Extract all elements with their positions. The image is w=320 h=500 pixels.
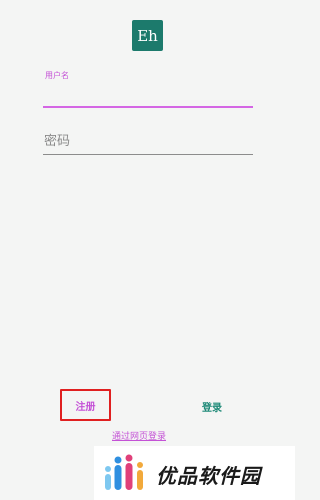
watermark: 优品软件园: [94, 446, 295, 500]
username-field[interactable]: [43, 80, 253, 108]
watermark-text: 优品软件园: [156, 464, 261, 488]
login-button[interactable]: 登录: [190, 396, 234, 416]
register-button[interactable]: 注册: [60, 389, 111, 421]
password-field[interactable]: [43, 128, 253, 155]
app-logo: Eh: [132, 20, 163, 51]
web-login-link[interactable]: 通过网页登录: [112, 429, 166, 442]
people-figures-icon: [105, 454, 143, 490]
